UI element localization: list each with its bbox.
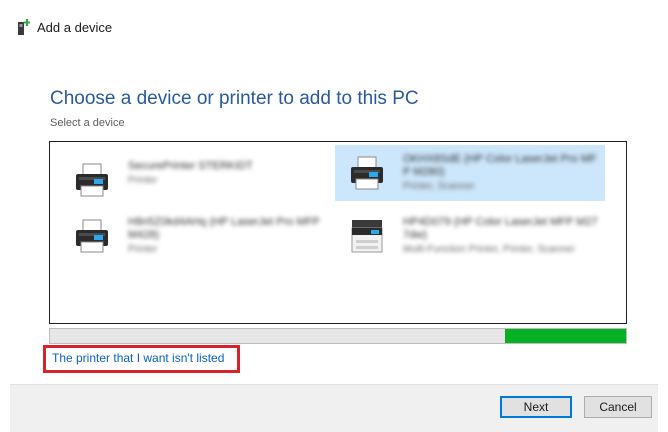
device-item-1[interactable]: SecurePrinter STERKIDT Printer — [60, 152, 330, 208]
printer-icon — [351, 156, 383, 190]
printer-not-listed-link[interactable]: The printer that I want isn't listed — [52, 351, 224, 365]
printer-icon — [76, 219, 108, 253]
cancel-button[interactable]: Cancel — [584, 396, 652, 418]
device-name: H8n5Z0kd4AHq (HP LaserJet Pro MFP M428) — [128, 216, 320, 241]
page-heading: Choose a device or printer to add to thi… — [50, 88, 419, 109]
next-button[interactable]: Next — [500, 396, 572, 418]
device-type: Multi-Function Printer, Printer, Scanner — [403, 244, 575, 255]
title-bar: Add a device — [0, 0, 668, 48]
device-name: SecurePrinter STERKIDT — [128, 160, 253, 172]
progress-bar-fill — [505, 329, 626, 343]
device-type: Printer, Scanner — [403, 181, 475, 192]
device-list[interactable]: SecurePrinter STERKIDT Printer OKHX8SdE … — [49, 141, 627, 324]
device-type: Printer — [128, 175, 158, 186]
device-name: OKHX8SdE (HP Color LaserJet Pro MFP M280… — [403, 153, 597, 178]
printer-icon — [76, 163, 108, 197]
window-title: Add a device — [37, 20, 113, 35]
page-subheading: Select a device — [50, 117, 125, 129]
device-item-4[interactable]: HP4D079 (HP Color LaserJet MFP M277dw) M… — [335, 208, 605, 264]
device-item-3[interactable]: H8n5Z0kd4AHq (HP LaserJet Pro MFP M428) … — [60, 208, 330, 264]
search-progress-bar — [49, 328, 627, 344]
device-type: Printer — [128, 244, 158, 255]
device-item-2[interactable]: OKHX8SdE (HP Color LaserJet Pro MFP M280… — [335, 145, 605, 201]
device-name: HP4D079 (HP Color LaserJet MFP M277dw) — [403, 216, 598, 241]
add-device-icon — [18, 19, 30, 35]
mfp-printer-icon — [351, 220, 383, 253]
